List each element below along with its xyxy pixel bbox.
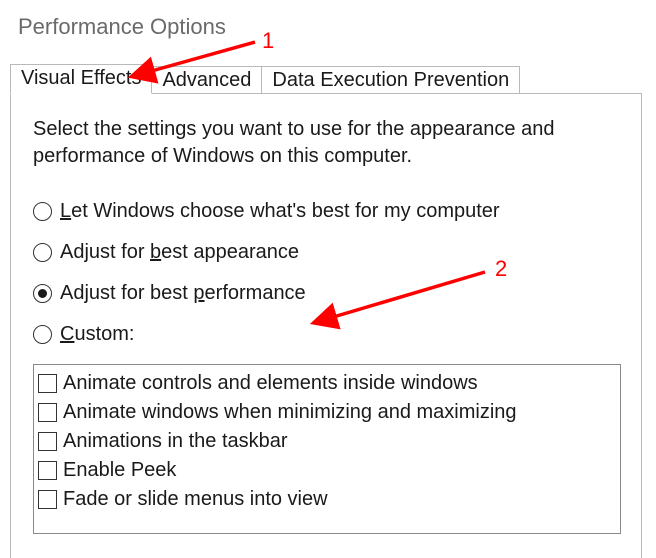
- radio-icon: [33, 202, 52, 221]
- radio-icon: [33, 284, 52, 303]
- checkbox-icon[interactable]: [38, 374, 57, 393]
- tab-visual-effects[interactable]: Visual Effects: [10, 64, 152, 94]
- list-item-label: Enable Peek: [63, 456, 176, 485]
- tab-advanced[interactable]: Advanced: [151, 66, 262, 95]
- radio-label: Custom:: [60, 323, 134, 346]
- tab-label: Advanced: [162, 69, 251, 91]
- settings-radio-group: Let Windows choose what's best for my co…: [33, 200, 621, 346]
- visual-effects-panel: Select the settings you want to use for …: [10, 93, 642, 558]
- list-item-label: Fade or slide menus into view: [63, 485, 328, 514]
- checkbox-icon[interactable]: [38, 403, 57, 422]
- window-title: Performance Options: [0, 0, 656, 40]
- effects-listbox[interactable]: Animate controls and elements inside win…: [33, 364, 621, 534]
- list-item[interactable]: Animations in the taskbar: [38, 427, 620, 456]
- tab-label: Data Execution Prevention: [272, 69, 509, 91]
- checkbox-icon[interactable]: [38, 432, 57, 451]
- performance-options-window: Performance Options Visual Effects Advan…: [0, 0, 656, 558]
- radio-best-performance[interactable]: Adjust for best performance: [33, 282, 621, 305]
- radio-icon: [33, 243, 52, 262]
- tab-strip: Visual Effects Advanced Data Execution P…: [10, 64, 519, 94]
- checkbox-icon[interactable]: [38, 461, 57, 480]
- radio-icon: [33, 325, 52, 344]
- checkbox-icon[interactable]: [38, 490, 57, 509]
- radio-let-windows-choose[interactable]: Let Windows choose what's best for my co…: [33, 200, 621, 223]
- radio-best-appearance[interactable]: Adjust for best appearance: [33, 241, 621, 264]
- radio-label: Adjust for best appearance: [60, 241, 299, 264]
- intro-text: Select the settings you want to use for …: [33, 116, 593, 170]
- tab-data-execution-prevention[interactable]: Data Execution Prevention: [261, 66, 520, 95]
- radio-label: Adjust for best performance: [60, 282, 306, 305]
- list-item-label: Animate windows when minimizing and maxi…: [63, 398, 517, 427]
- list-item-label: Animations in the taskbar: [63, 427, 288, 456]
- list-item[interactable]: Animate windows when minimizing and maxi…: [38, 398, 620, 427]
- radio-label: Let Windows choose what's best for my co…: [60, 200, 500, 223]
- list-item-label: Animate controls and elements inside win…: [63, 369, 478, 398]
- list-item[interactable]: Enable Peek: [38, 456, 620, 485]
- list-item[interactable]: Animate controls and elements inside win…: [38, 369, 620, 398]
- radio-custom[interactable]: Custom:: [33, 323, 621, 346]
- list-item[interactable]: Fade or slide menus into view: [38, 485, 620, 514]
- tab-label: Visual Effects: [21, 67, 141, 89]
